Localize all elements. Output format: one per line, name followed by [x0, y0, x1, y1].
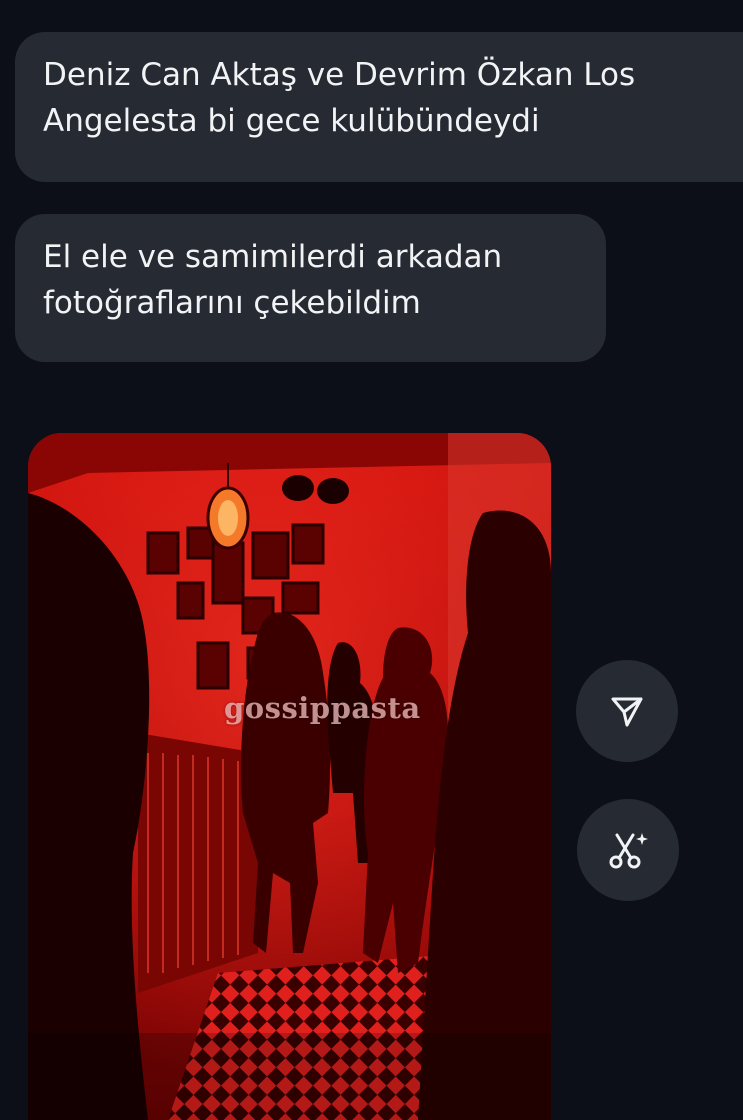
- message-bubble-1[interactable]: Deniz Can Aktaş ve Devrim Özkan Los Ange…: [15, 32, 743, 182]
- watermark-text: gossippasta: [224, 691, 421, 725]
- message-2-line-1: El ele ve samimilerdi arkadan: [43, 239, 503, 275]
- scissors-sparkle-icon: [609, 833, 648, 869]
- photo-message[interactable]: gossippasta: [28, 433, 551, 1120]
- message-bubble-2[interactable]: El ele ve samimilerdi arkadan fotoğrafla…: [15, 214, 606, 362]
- nightclub-photo: [28, 433, 551, 1120]
- chat-screen: Deniz Can Aktaş ve Devrim Özkan Los Ange…: [0, 0, 743, 1120]
- send-icon: [611, 697, 643, 727]
- message-1-line-2: Angelesta bi gece kulübündeydi: [43, 103, 540, 139]
- share-button[interactable]: [576, 660, 678, 762]
- cut-button[interactable]: [577, 799, 679, 901]
- message-1-line-1: Deniz Can Aktaş ve Devrim Özkan Los: [43, 57, 636, 93]
- message-2-line-2: fotoğraflarını çekebildim: [43, 285, 421, 321]
